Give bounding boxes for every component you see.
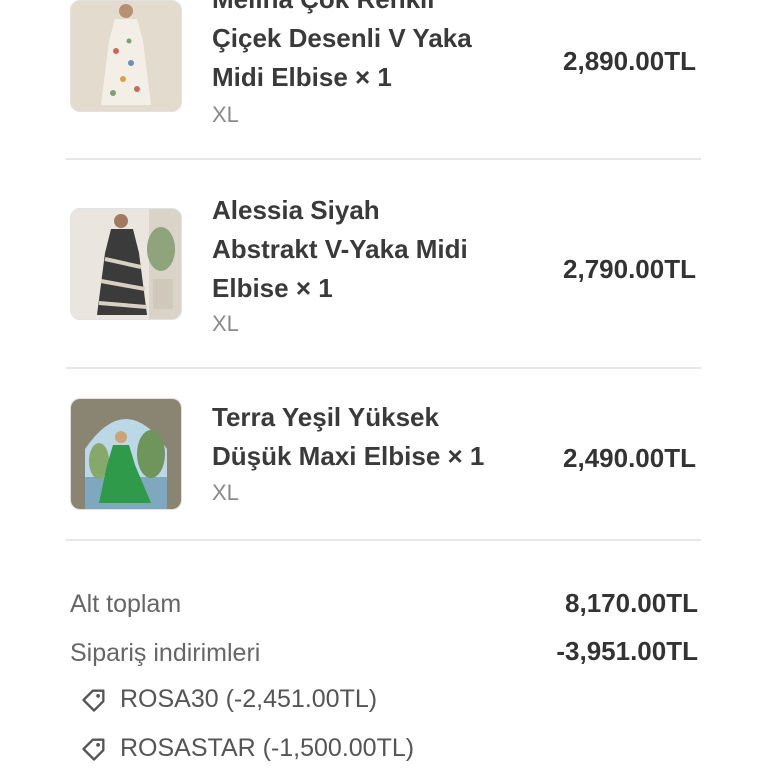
product-title-line: Alessia Siyah	[212, 195, 380, 225]
product-thumbnail[interactable]	[70, 0, 182, 112]
floral-dress-photo-icon	[71, 1, 181, 111]
product-thumbnail[interactable]	[70, 398, 182, 510]
product-price: 2,790.00TL	[563, 254, 696, 284]
discounts-label: Sipariş indirimleri	[70, 639, 261, 667]
tag-icon	[82, 689, 105, 712]
discounts-value: -3,951.00TL	[556, 636, 698, 666]
product-price: 2,890.00TL	[563, 46, 696, 76]
divider	[66, 158, 701, 160]
product-title-line: Elbise × 1	[212, 273, 333, 303]
green-dress-photo-icon	[71, 399, 181, 509]
product-variant: XL	[212, 311, 239, 336]
product-title-line: Melina Çok Renkli	[212, 0, 512, 19]
product-variant: XL	[212, 102, 239, 127]
product-title-line: Terra Yeşil Yüksek	[212, 402, 439, 432]
product-thumbnail[interactable]	[70, 208, 182, 320]
discount-code: ROSASTAR (-1,500.00TL)	[80, 734, 414, 763]
divider	[66, 367, 701, 369]
tag-icon	[82, 738, 105, 761]
subtotal-value: 8,170.00TL	[565, 588, 698, 618]
subtotal-label: Alt toplam	[70, 590, 182, 618]
discount-code-text: ROSASTAR (-1,500.00TL)	[120, 734, 415, 762]
product-title-line: Çiçek Desenli V Yaka	[212, 23, 472, 53]
abstract-dress-photo-icon	[71, 209, 181, 319]
product-title-line: Abstrakt V-Yaka Midi	[212, 234, 468, 264]
product-title-line: Düşük Maxi Elbise × 1	[212, 441, 485, 471]
discount-code: ROSA30 (-2,451.00TL)	[80, 685, 377, 714]
product-variant: XL	[212, 480, 239, 505]
product-title-line: Midi Elbise × 1	[212, 62, 392, 92]
divider	[66, 539, 701, 541]
discount-code-text: ROSA30 (-2,451.00TL)	[120, 685, 378, 713]
product-price: 2,490.00TL	[563, 443, 696, 473]
